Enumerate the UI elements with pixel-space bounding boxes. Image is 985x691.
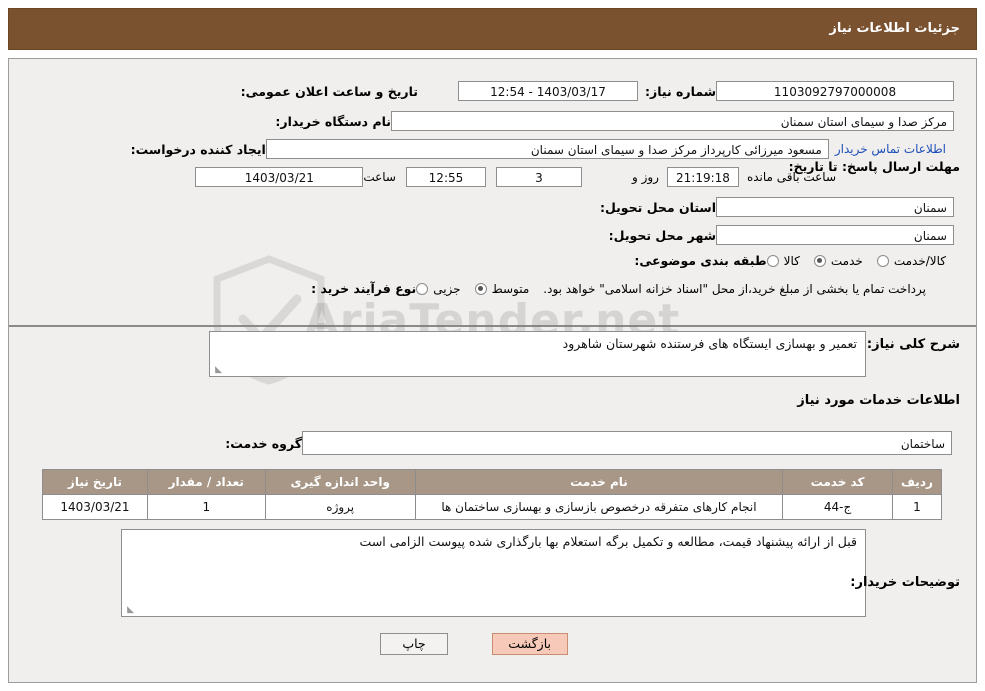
col-unit: واحد اندازه گیری (264, 469, 416, 495)
resize-grip-icon[interactable]: ◣ (124, 605, 134, 615)
service-group-value: ساختمان (302, 431, 952, 455)
requester-label: ایجاد کننده درخواست: (130, 141, 266, 157)
category-option-kala-label: کالا (783, 253, 800, 268)
buyer-org-label: نام دستگاه خریدار: (275, 113, 391, 129)
service-group-row: گروه خدمت: ساختمان (220, 431, 960, 455)
col-qty: تعداد / مقدار (146, 469, 266, 495)
table-header-row: ردیف کد خدمت نام خدمت واحد اندازه گیری ت… (42, 469, 943, 495)
page-header: جزئیات اطلاعات نیاز (8, 8, 977, 50)
col-name: نام خدمت (414, 469, 784, 495)
purchase-type-option-jozi-label: جزیی (433, 281, 461, 296)
remaining-suffix-label: ساعت باقی مانده (746, 170, 836, 184)
announce-datetime-row: تاریخ و ساعت اعلان عمومی: 1403/03/17 - 1… (241, 81, 646, 101)
radio-icon[interactable] (474, 282, 487, 295)
delivery-city-row: شهر محل تحویل: سمنان (606, 225, 960, 245)
summary-label: شرح کلی نیاز: (866, 337, 960, 352)
cell-unit: پروژه (264, 494, 416, 520)
need-number-row: شماره نیاز: 1103092797000008 (606, 81, 960, 101)
deadline-time-value: 12:55 (405, 167, 486, 187)
print-button[interactable]: چاپ (380, 633, 448, 655)
buyer-notes-value[interactable]: قبل از ارائه پیشنهاد قیمت، مطالعه و تکمی… (121, 529, 866, 617)
delivery-province-label: استان محل تحویل: (599, 199, 716, 215)
need-info-section: AriaTender.net شماره نیاز: 1103092797000… (9, 59, 976, 385)
deadline-date-value: 1403/03/21 (195, 167, 364, 187)
col-code: کد خدمت (782, 469, 893, 495)
services-table-body: 1 ج-44 انجام کارهای متفرقه درخصوص بازساز… (42, 494, 943, 520)
buyer-org-value: مرکز صدا و سیمای استان سمنان (391, 111, 954, 131)
table-row: 1 ج-44 انجام کارهای متفرقه درخصوص بازساز… (42, 494, 943, 520)
category-option-kala[interactable]: کالا (766, 253, 800, 268)
radio-icon[interactable] (766, 254, 779, 267)
category-option-kala-khedmat[interactable]: کالا/خدمت (876, 253, 946, 268)
purchase-type-option-jozi[interactable]: جزیی (416, 281, 461, 296)
buyer-org-row: نام دستگاه خریدار: مرکز صدا و سیمای استا… (275, 111, 960, 131)
remaining-days-value: 3 (495, 167, 582, 187)
delivery-province-row: استان محل تحویل: سمنان (599, 197, 960, 217)
services-section-title: اطلاعات خدمات مورد نیاز (797, 393, 960, 408)
category-radio-group: کالا خدمت کالا/خدمت (766, 253, 946, 268)
purchase-type-label: نوع فرآیند خرید : (311, 281, 417, 296)
buyer-notes-text: قبل از ارائه پیشنهاد قیمت، مطالعه و تکمی… (359, 534, 857, 549)
purchase-type-option-motevaset[interactable]: متوسط (474, 281, 530, 296)
purchase-type-radio-group: جزیی متوسط (416, 282, 529, 296)
category-option-khedmat[interactable]: خدمت (813, 253, 863, 268)
services-section: شرح کلی نیاز: تعمیر و بهسازی ایستگاه های… (9, 327, 976, 679)
purchase-type-option-motevaset-label: متوسط (491, 281, 530, 296)
delivery-city-label: شهر محل تحویل: (608, 227, 716, 243)
deadline-hour-label: ساعت (363, 170, 396, 184)
summary-value[interactable]: تعمیر و بهسازی ایستگاه های فرستنده شهرست… (209, 331, 866, 377)
remaining-days-label: روز و (631, 170, 659, 184)
page-root: جزئیات اطلاعات نیاز AriaTender.net شماره… (0, 0, 985, 691)
cell-date: 1403/03/21 (42, 494, 148, 520)
col-index: ردیف (891, 469, 943, 495)
purchase-type-row: نوع فرآیند خرید : جزیی متوسط پرداخت تمام… (306, 281, 960, 296)
buyer-contact-link[interactable]: اطلاعات تماس خریدار (835, 142, 946, 156)
category-option-khedmat-label: خدمت (830, 253, 863, 268)
radio-icon[interactable] (876, 254, 889, 267)
resize-grip-icon[interactable]: ◣ (212, 365, 222, 375)
delivery-province-value: سمنان (716, 197, 954, 217)
services-table: ردیف کد خدمت نام خدمت واحد اندازه گیری ت… (42, 469, 943, 520)
radio-icon[interactable] (416, 282, 429, 295)
category-row: طبقه بندی موضوعی: کالا خدمت کالا/خدمت (634, 253, 960, 268)
announce-datetime-label: تاریخ و ساعت اعلان عمومی: (240, 83, 418, 99)
category-label: طبقه بندی موضوعی: (634, 253, 767, 268)
need-number-value: 1103092797000008 (716, 81, 954, 101)
remaining-clock-value: 21:19:18 (666, 167, 739, 187)
details-panel: AriaTender.net شماره نیاز: 1103092797000… (8, 58, 977, 683)
services-table-head: ردیف کد خدمت نام خدمت واحد اندازه گیری ت… (42, 469, 943, 495)
delivery-city-value: سمنان (716, 225, 954, 245)
page-title: جزئیات اطلاعات نیاز (829, 21, 960, 36)
deadline-row: 1403/03/21 ساعت 12:55 3 روز و 21:19:18 س… (195, 167, 844, 187)
cell-name: انجام کارهای متفرقه درخصوص بازسازی و بهس… (414, 494, 784, 520)
summary-text: تعمیر و بهسازی ایستگاه های فرستنده شهرست… (562, 336, 857, 351)
buyer-notes-label: توضیحات خریدار: (850, 575, 960, 590)
announce-datetime-value: 1403/03/17 - 12:54 (458, 81, 638, 101)
purchase-note: پرداخت تمام یا بخشی از مبلغ خرید،از محل … (543, 281, 926, 296)
cell-code: ج-44 (782, 494, 893, 520)
col-date: تاریخ نیاز (42, 469, 148, 495)
cell-qty: 1 (146, 494, 266, 520)
back-button[interactable]: بازگشت (492, 633, 568, 655)
requester-row: ایجاد کننده درخواست: مسعود میرزائی کارپر… (130, 139, 960, 159)
service-group-label: گروه خدمت: (225, 435, 302, 451)
requester-value: مسعود میرزائی کارپرداز مرکز صدا و سیمای … (265, 139, 829, 159)
category-option-kala-khedmat-label: کالا/خدمت (893, 253, 946, 268)
radio-icon[interactable] (813, 254, 826, 267)
deadline-label: مهلت ارسال پاسخ: تا تاریخ: (789, 159, 960, 175)
cell-index: 1 (891, 494, 943, 520)
